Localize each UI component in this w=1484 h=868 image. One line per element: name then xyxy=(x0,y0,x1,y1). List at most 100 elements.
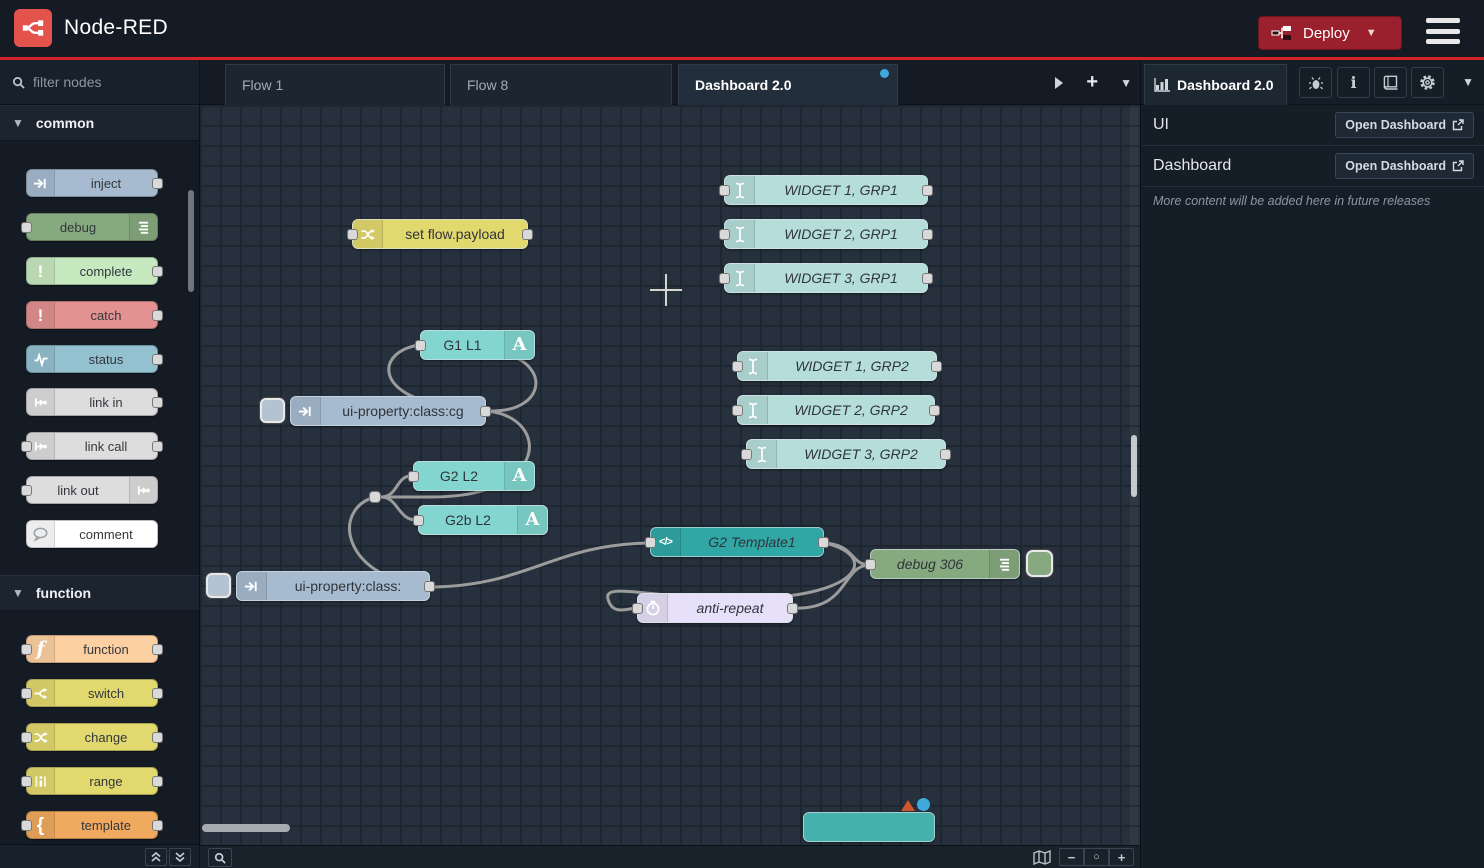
palette-node-catch[interactable]: !catch xyxy=(26,301,158,329)
navigator-map-button[interactable] xyxy=(1033,850,1051,865)
flow-canvas[interactable]: set flow.payload WIDGET 1, GRP1 WIDGET 2, … xyxy=(200,105,1140,845)
input-port[interactable] xyxy=(21,732,32,743)
input-port[interactable] xyxy=(408,471,419,482)
output-port[interactable] xyxy=(522,229,533,240)
canvas-vscroll-handle[interactable] xyxy=(1131,435,1137,497)
input-port[interactable] xyxy=(21,485,32,496)
palette-node-switch[interactable]: switch xyxy=(26,679,158,707)
input-port[interactable] xyxy=(632,603,643,614)
flow-node-ui-property-class-cg[interactable]: ui-property:class:cg xyxy=(290,396,486,426)
palette-node-link-out[interactable]: link out xyxy=(26,476,158,504)
input-port[interactable] xyxy=(865,559,876,570)
input-port[interactable] xyxy=(21,688,32,699)
output-port[interactable] xyxy=(152,776,163,787)
flow-node-widget-3-grp2[interactable]: WIDGET 3, GRP2 xyxy=(746,439,946,469)
palette-category-function[interactable]: ▼function xyxy=(0,575,199,611)
zoom-out-button[interactable]: − xyxy=(1059,848,1084,866)
debug-sidebar-button[interactable] xyxy=(1299,67,1332,98)
output-port[interactable] xyxy=(940,449,951,460)
palette-node-debug[interactable]: debug xyxy=(26,213,158,241)
flow-node-widget-3-grp1[interactable]: WIDGET 3, GRP1 xyxy=(724,263,928,293)
flow-node-widget-1-grp1[interactable]: WIDGET 1, GRP1 xyxy=(724,175,928,205)
flow-node-widget-1-grp2[interactable]: WIDGET 1, GRP2 xyxy=(737,351,937,381)
input-port[interactable] xyxy=(741,449,752,460)
sidebar-tab-dashboard[interactable]: Dashboard 2.0 xyxy=(1144,64,1287,105)
output-port[interactable] xyxy=(818,537,829,548)
output-port[interactable] xyxy=(152,644,163,655)
palette-node-template[interactable]: {template xyxy=(26,811,158,839)
output-port[interactable] xyxy=(152,688,163,699)
collapse-all-button[interactable] xyxy=(145,848,167,866)
input-port[interactable] xyxy=(645,537,656,548)
flow-node-partial[interactable] xyxy=(803,812,935,842)
output-port[interactable] xyxy=(931,361,942,372)
flow-node-g2b-l2[interactable]: G2b L2A xyxy=(418,505,548,535)
input-port[interactable] xyxy=(732,361,743,372)
sidebar-tab-list-button[interactable]: ▼ xyxy=(1462,75,1474,89)
flow-list-button[interactable]: ▼ xyxy=(1120,76,1132,90)
tab-dashboard-2-0[interactable]: Dashboard 2.0 xyxy=(678,64,898,105)
flow-node-anti-repeat[interactable]: anti-repeat xyxy=(637,593,793,623)
settings-sidebar-button[interactable] xyxy=(1411,67,1444,98)
help-sidebar-button[interactable] xyxy=(1374,67,1407,98)
input-port[interactable] xyxy=(347,229,358,240)
expand-all-button[interactable] xyxy=(169,848,191,866)
input-port[interactable] xyxy=(732,405,743,416)
flow-node-g1-l1[interactable]: G1 L1A xyxy=(420,330,535,360)
output-port[interactable] xyxy=(929,405,940,416)
output-port[interactable] xyxy=(152,732,163,743)
canvas-search-button[interactable] xyxy=(208,848,232,867)
output-port[interactable] xyxy=(152,310,163,321)
main-menu-button[interactable] xyxy=(1426,18,1460,44)
palette-node-comment[interactable]: comment xyxy=(26,520,158,548)
open-dashboard-button-ui[interactable]: Open Dashboard xyxy=(1335,112,1474,138)
flow-node-set-flow-payload[interactable]: set flow.payload xyxy=(352,219,528,249)
input-port[interactable] xyxy=(413,515,424,526)
flow-node-ui-property-class[interactable]: ui-property:class: xyxy=(236,571,430,601)
output-port[interactable] xyxy=(152,266,163,277)
canvas-hscroll-handle[interactable] xyxy=(202,824,290,832)
input-port[interactable] xyxy=(719,229,730,240)
wire-junction[interactable] xyxy=(369,491,381,503)
flow-node-g2-template1[interactable]: </>G2 Template1 xyxy=(650,527,824,557)
output-port[interactable] xyxy=(787,603,798,614)
input-port[interactable] xyxy=(719,185,730,196)
input-port[interactable] xyxy=(21,776,32,787)
palette-node-function[interactable]: ffunction xyxy=(26,635,158,663)
palette-node-range[interactable]: range xyxy=(26,767,158,795)
input-port[interactable] xyxy=(21,820,32,831)
output-port[interactable] xyxy=(922,273,933,284)
palette-filter-input[interactable]: filter nodes xyxy=(0,60,199,105)
tab-scroll-right-button[interactable] xyxy=(1054,76,1064,90)
palette-node-link-in[interactable]: link in xyxy=(26,388,158,416)
output-port[interactable] xyxy=(152,354,163,365)
deploy-caret-icon[interactable]: ▼ xyxy=(1366,27,1377,39)
flow-node-debug-306[interactable]: debug 306 xyxy=(870,549,1020,579)
tab-flow-1[interactable]: Flow 1 xyxy=(225,64,445,105)
zoom-in-button[interactable]: + xyxy=(1109,848,1134,866)
output-port[interactable] xyxy=(152,397,163,408)
palette-category-common[interactable]: ▼common xyxy=(0,105,199,141)
input-port[interactable] xyxy=(719,273,730,284)
output-port[interactable] xyxy=(922,185,933,196)
output-port[interactable] xyxy=(152,178,163,189)
open-dashboard-button-dashboard[interactable]: Open Dashboard xyxy=(1335,153,1474,179)
palette-node-complete[interactable]: !complete xyxy=(26,257,158,285)
flow-node-widget-2-grp1[interactable]: WIDGET 2, GRP1 xyxy=(724,219,928,249)
input-port[interactable] xyxy=(415,340,426,351)
add-flow-button[interactable]: + xyxy=(1086,71,1098,94)
output-port[interactable] xyxy=(152,441,163,452)
palette-node-change[interactable]: change xyxy=(26,723,158,751)
inject-trigger-button[interactable] xyxy=(260,398,285,423)
flow-node-widget-2-grp2[interactable]: WIDGET 2, GRP2 xyxy=(737,395,935,425)
tab-flow-8[interactable]: Flow 8 xyxy=(450,64,672,105)
output-port[interactable] xyxy=(922,229,933,240)
inject-trigger-button[interactable] xyxy=(206,573,231,598)
flow-node-g2-l2[interactable]: G2 L2A xyxy=(413,461,535,491)
output-port[interactable] xyxy=(152,820,163,831)
output-port[interactable] xyxy=(424,581,435,592)
deploy-button[interactable]: Deploy ▼ xyxy=(1258,16,1402,50)
input-port[interactable] xyxy=(21,222,32,233)
palette-scrollbar[interactable] xyxy=(188,190,194,292)
palette-node-inject[interactable]: inject xyxy=(26,169,158,197)
